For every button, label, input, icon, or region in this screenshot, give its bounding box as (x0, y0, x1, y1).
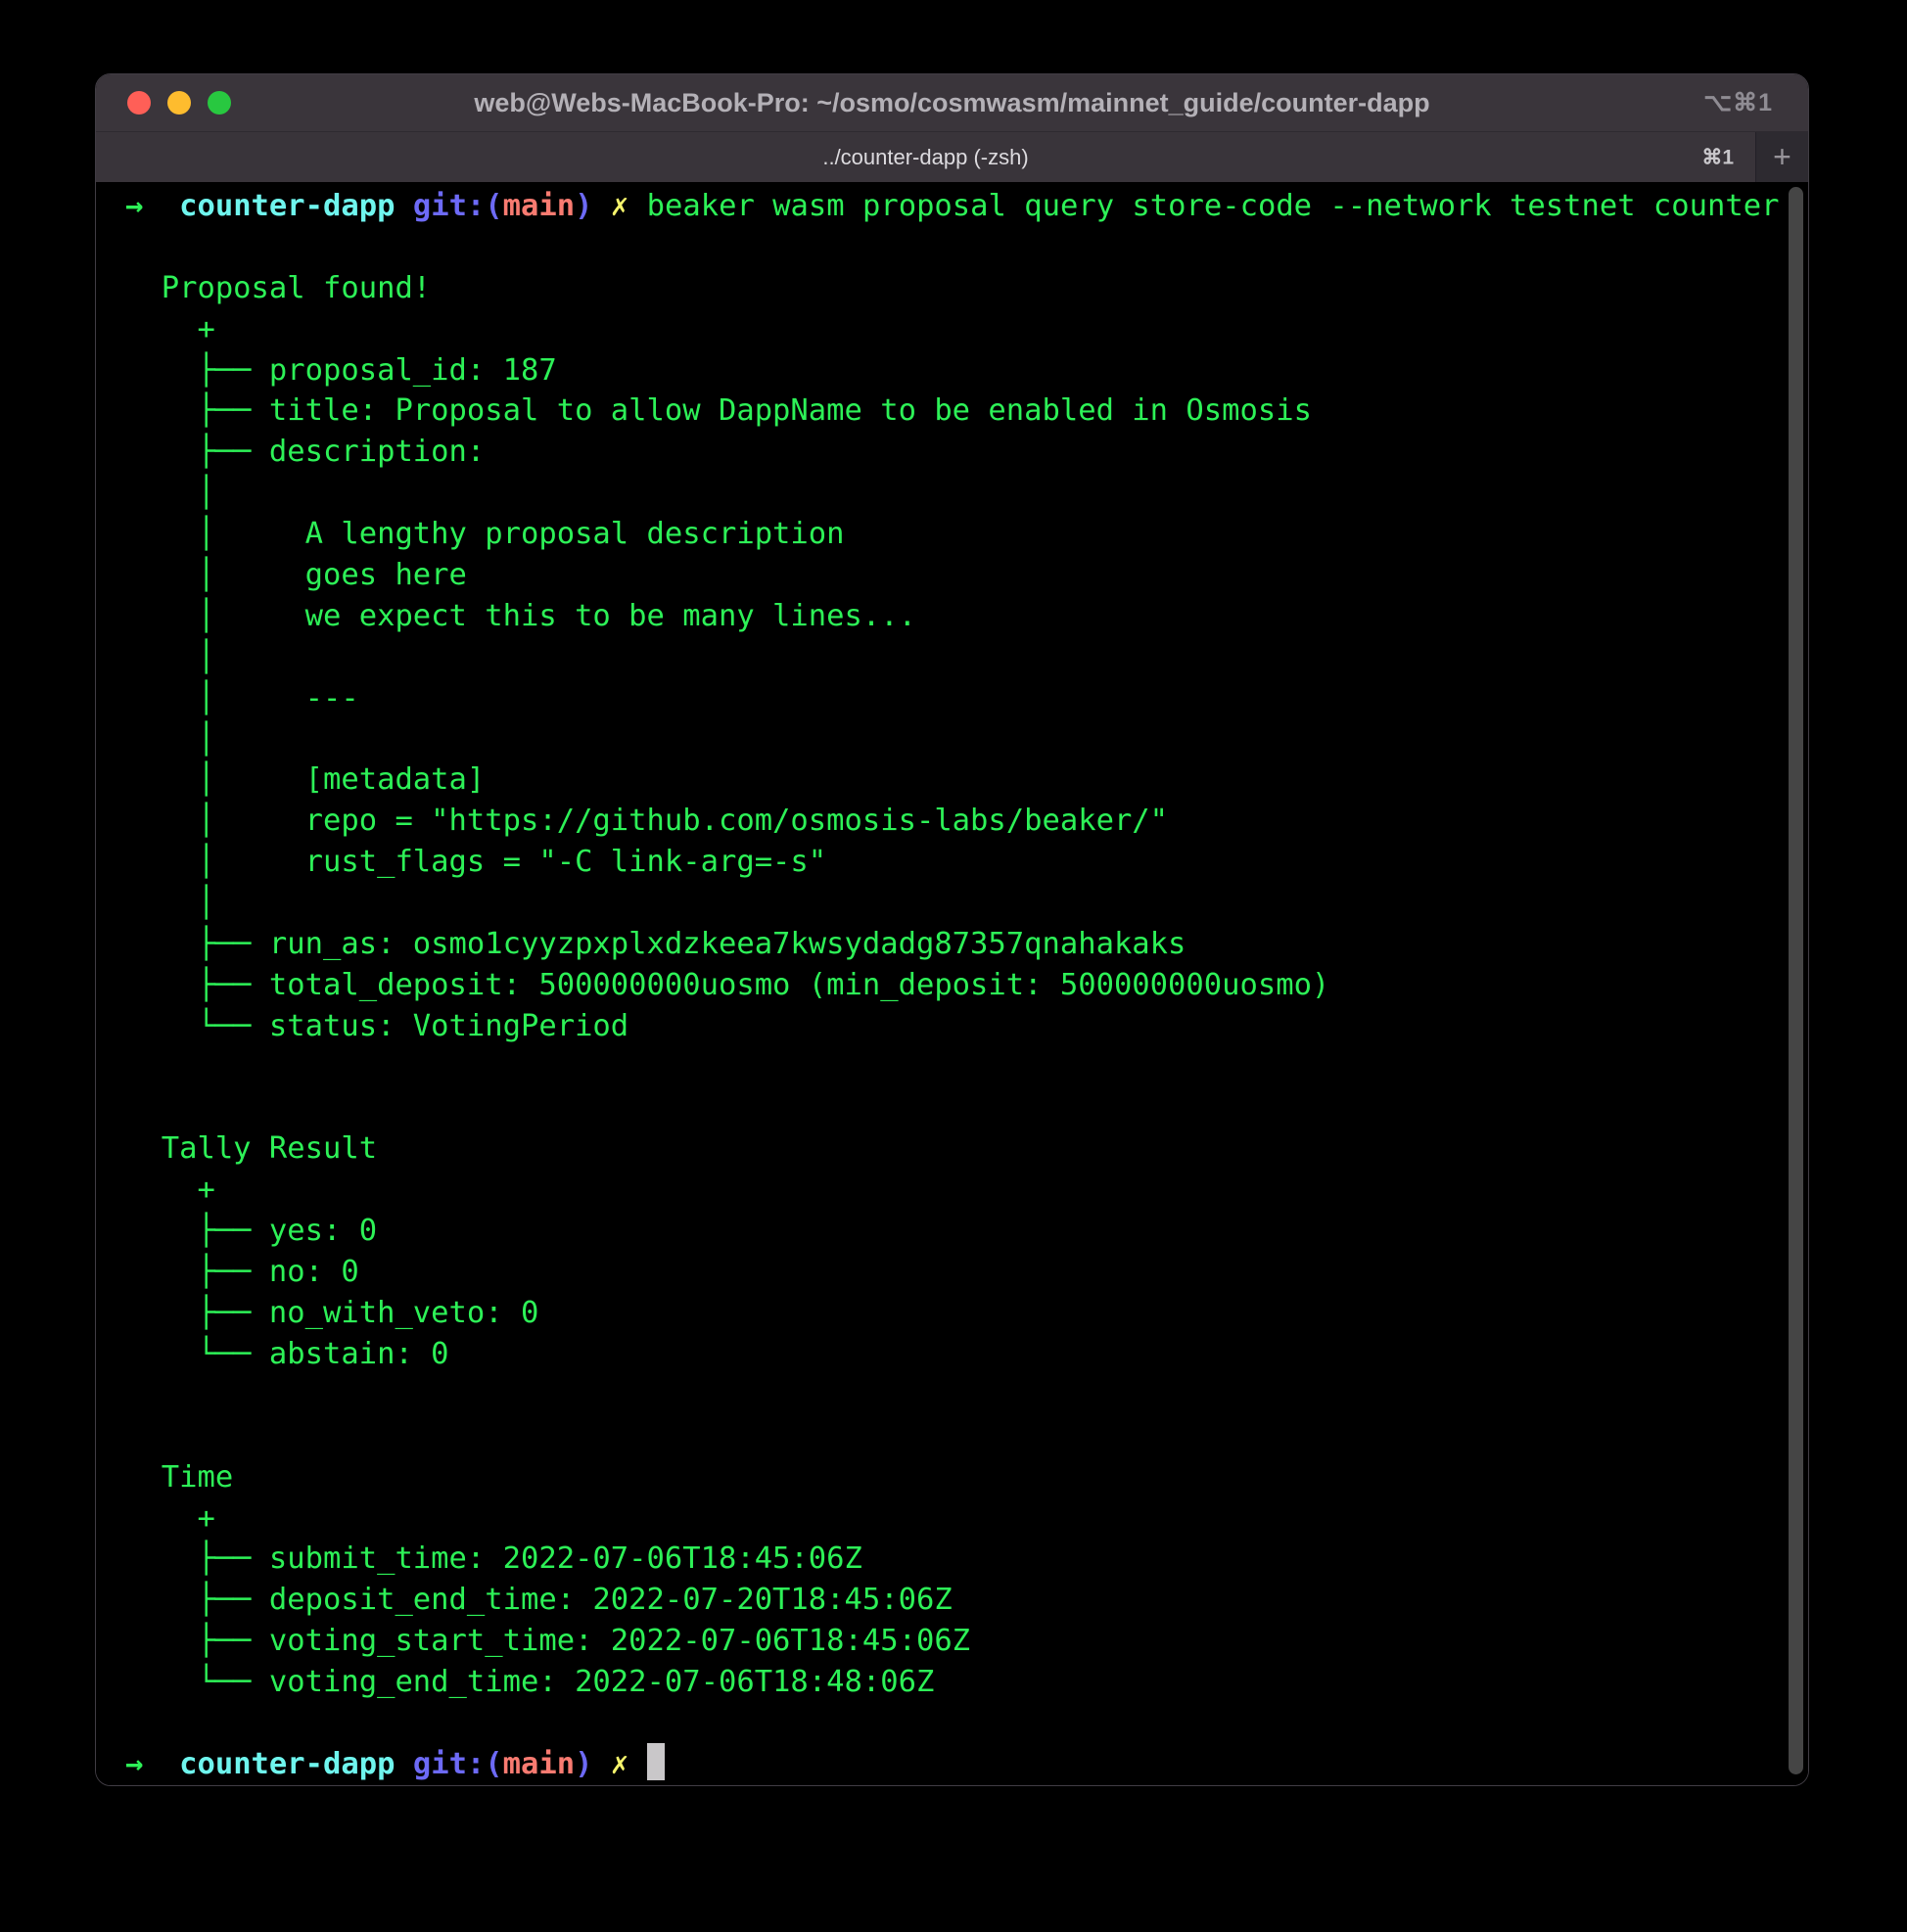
command-text: beaker wasm proposal query store-code --… (647, 189, 1780, 223)
terminal-window: web@Webs-MacBook-Pro: ~/osmo/cosmwasm/ma… (95, 73, 1809, 1786)
tab-label: ../counter-dapp (-zsh) (822, 145, 1028, 170)
prompt-space (593, 189, 611, 223)
terminal-output-line: ├── title: Proposal to allow DappName to… (125, 391, 1808, 432)
terminal-output-line: │ (125, 473, 1808, 514)
terminal-output-line: ├── no: 0 (125, 1252, 1808, 1293)
window-titlebar[interactable]: web@Webs-MacBook-Pro: ~/osmo/cosmwasm/ma… (96, 74, 1808, 131)
terminal-output-line: ├── description: (125, 432, 1808, 473)
terminal-output-line: │ goes here (125, 555, 1808, 596)
terminal-output-line: ├── run_as: osmo1cyyzpxplxdzkeea7kwsydad… (125, 924, 1808, 965)
prompt-space (395, 189, 412, 223)
prompt-space (395, 1747, 412, 1781)
minimize-button[interactable] (167, 91, 191, 115)
terminal-output-line: ├── deposit_end_time: 2022-07-20T18:45:0… (125, 1580, 1808, 1621)
prompt-git-open: git:( (413, 1747, 503, 1781)
terminal-output-line: │ repo = "https://github.com/osmosis-lab… (125, 801, 1808, 842)
prompt-arrow-icon: → (125, 189, 143, 223)
prompt-space (143, 189, 179, 223)
close-button[interactable] (127, 91, 151, 115)
terminal-output-line: + (125, 1498, 1808, 1540)
prompt-git-branch: main (503, 189, 575, 223)
terminal-output-line (125, 1703, 1808, 1744)
terminal-output-line: + (125, 1170, 1808, 1211)
terminal-screen[interactable]: → counter-dapp git:(main) ✗ beaker wasm … (96, 183, 1808, 1785)
terminal-output-line: ├── no_with_veto: 0 (125, 1293, 1808, 1334)
terminal-output-line (125, 227, 1808, 268)
terminal-output-line (125, 1047, 1808, 1088)
traffic-lights (127, 74, 231, 131)
terminal-output-line (125, 1416, 1808, 1457)
terminal-output-line: │ (125, 637, 1808, 678)
terminal-output-line: ├── voting_start_time: 2022-07-06T18:45:… (125, 1621, 1808, 1662)
terminal-output-line: ├── yes: 0 (125, 1211, 1808, 1252)
terminal-output-line: + (125, 309, 1808, 350)
terminal-output-line: └── status: VotingPeriod (125, 1006, 1808, 1047)
terminal-output-line: └── voting_end_time: 2022-07-06T18:48:06… (125, 1662, 1808, 1703)
tab-shortcut-badge: ⌘1 (1701, 145, 1734, 169)
window-title: web@Webs-MacBook-Pro: ~/osmo/cosmwasm/ma… (474, 88, 1429, 118)
prompt-space (593, 1747, 611, 1781)
prompt-space (143, 1747, 179, 1781)
tab-bar: ../counter-dapp (-zsh) ⌘1 + (96, 131, 1808, 182)
terminal-output-line: │ we expect this to be many lines... (125, 596, 1808, 637)
prompt-space (628, 1747, 646, 1781)
prompt-dir: counter-dapp (179, 189, 395, 223)
terminal-output-line: │ rust_flags = "-C link-arg=-s" (125, 842, 1808, 883)
terminal-output-line (125, 1375, 1808, 1416)
zoom-button[interactable] (208, 91, 231, 115)
prompt-dirty-icon: ✗ (611, 1747, 628, 1781)
terminal-output-line: Proposal found! (125, 268, 1808, 309)
terminal-output-line: ├── proposal_id: 187 (125, 350, 1808, 391)
terminal-output-line: │ (125, 719, 1808, 760)
terminal-output-line: │ (125, 883, 1808, 924)
scrollbar-thumb[interactable] (1789, 187, 1803, 1774)
terminal-output-line: │ --- (125, 678, 1808, 719)
terminal-output-line: ├── total_deposit: 500000000uosmo (min_d… (125, 965, 1808, 1006)
terminal-output-line: Time (125, 1457, 1808, 1498)
new-tab-button[interactable]: + (1755, 132, 1808, 182)
terminal-output-line: ├── submit_time: 2022-07-06T18:45:06Z (125, 1539, 1808, 1580)
terminal-output-line: Tally Result (125, 1128, 1808, 1170)
prompt-git-branch: main (503, 1747, 575, 1781)
window-shortcut-badge: ⌥⌘1 (1703, 88, 1773, 117)
terminal-output-line: │ A lengthy proposal description (125, 514, 1808, 555)
terminal-output-line: └── abstain: 0 (125, 1334, 1808, 1375)
prompt-dir: counter-dapp (179, 1747, 395, 1781)
prompt-arrow-icon: → (125, 1747, 143, 1781)
prompt-line: → counter-dapp git:(main) ✗ (125, 1744, 1808, 1785)
terminal-output-line: │ [metadata] (125, 759, 1808, 801)
prompt-git-open: git:( (413, 189, 503, 223)
tab-counter-dapp[interactable]: ../counter-dapp (-zsh) ⌘1 (96, 132, 1755, 182)
prompt-dirty-icon: ✗ (611, 189, 628, 223)
prompt-git-close: ) (575, 1747, 592, 1781)
plus-icon: + (1773, 139, 1791, 175)
terminal-cursor (647, 1743, 665, 1780)
prompt-git-close: ) (575, 189, 592, 223)
prompt-line: → counter-dapp git:(main) ✗ beaker wasm … (125, 186, 1808, 227)
terminal-output-line (125, 1088, 1808, 1129)
prompt-space (628, 189, 646, 223)
